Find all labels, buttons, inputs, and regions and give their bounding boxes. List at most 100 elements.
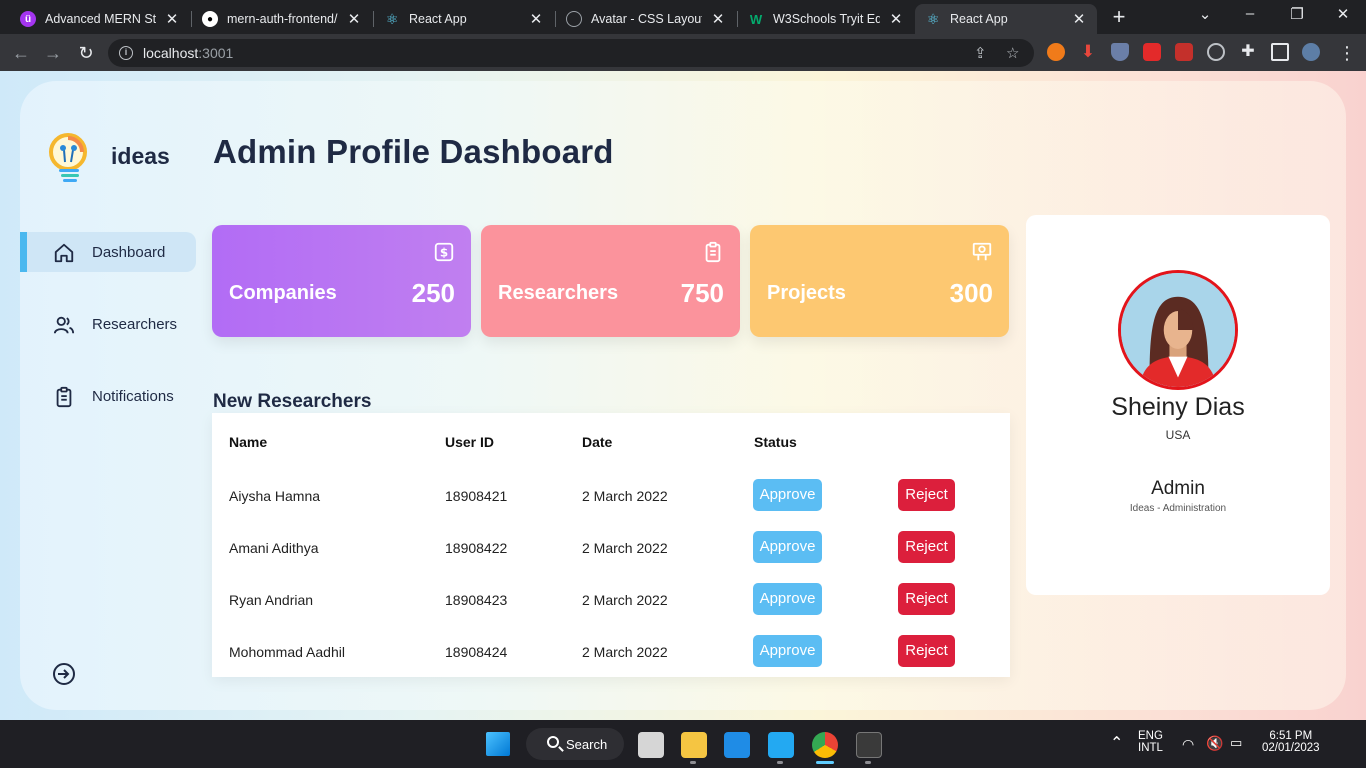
approve-button[interactable]: Approve xyxy=(753,531,822,563)
vscode-icon[interactable] xyxy=(768,732,794,758)
cell-name: Ryan Andrian xyxy=(229,592,314,608)
sidebar-item-researchers[interactable]: Researchers xyxy=(20,304,196,344)
reject-button[interactable]: Reject xyxy=(898,635,955,667)
side-panel-icon[interactable] xyxy=(1271,43,1289,61)
logout-icon[interactable] xyxy=(52,662,76,686)
projector-icon xyxy=(972,242,992,261)
close-icon[interactable]: ✕ xyxy=(710,10,726,28)
chrome-icon[interactable] xyxy=(812,732,838,758)
browser-tab[interactable]: W W3Schools Tryit Editor ✕ xyxy=(738,4,914,34)
extension-icon[interactable] xyxy=(1143,43,1161,61)
stat-card-projects[interactable]: Projects 300 xyxy=(750,225,1009,337)
stat-value: 300 xyxy=(949,278,993,308)
share-icon[interactable]: ⇪ xyxy=(974,44,987,62)
reject-button[interactable]: Reject xyxy=(898,583,955,615)
reject-button[interactable]: Reject xyxy=(898,479,955,511)
forward-icon[interactable]: → xyxy=(42,42,64,64)
new-tab-button[interactable]: + xyxy=(1108,6,1130,28)
stat-label: Projects xyxy=(767,282,846,304)
profile-role: Admin xyxy=(1151,478,1205,499)
tab-title: W3Schools Tryit Editor xyxy=(773,12,880,26)
cell-name: Aiysha Hamna xyxy=(229,488,321,504)
window-close-button[interactable]: ✕ xyxy=(1328,5,1358,23)
browser-tab[interactable]: ⚛ React App ✕ xyxy=(374,4,554,34)
close-icon[interactable]: ✕ xyxy=(888,10,904,28)
cell-user-id: 18908421 xyxy=(445,488,508,504)
tab-title: mern-auth-frontend/P xyxy=(227,12,338,26)
column-header-name: Name xyxy=(229,434,268,450)
tab-search-icon[interactable]: ⌄ xyxy=(1190,5,1220,23)
browser-toolbar: ← → ↻ i localhost:3001 ⇪ ☆ ⬇ ✚ ⋮ xyxy=(0,34,1366,71)
users-icon xyxy=(53,316,75,334)
language-code: ENG xyxy=(1138,730,1163,742)
sidebar-item-label: Researchers xyxy=(92,316,178,333)
url-text[interactable]: localhost:3001 xyxy=(143,45,233,61)
site-info-icon[interactable]: i xyxy=(119,46,133,60)
extension-icon[interactable] xyxy=(1175,43,1193,61)
close-icon[interactable]: ✕ xyxy=(346,10,362,28)
column-header-user-id: User ID xyxy=(445,434,495,450)
approve-button[interactable]: Approve xyxy=(753,583,822,615)
close-icon[interactable]: ✕ xyxy=(164,10,180,28)
download-extension-icon[interactable]: ⬇ xyxy=(1079,43,1097,61)
close-icon[interactable]: ✕ xyxy=(528,10,544,28)
tab-title: React App xyxy=(409,12,467,26)
close-icon[interactable]: ✕ xyxy=(1071,10,1087,28)
globe-icon xyxy=(566,11,582,27)
minimize-button[interactable]: – xyxy=(1235,5,1265,22)
sidebar-item-label: Dashboard xyxy=(92,244,166,261)
taskbar-search[interactable]: Search xyxy=(526,728,624,760)
sidebar-item-notifications[interactable]: Notifications xyxy=(20,376,196,416)
clock[interactable]: 6:51 PM 02/01/2023 xyxy=(1262,730,1320,754)
cell-date: 2 March 2022 xyxy=(582,592,668,608)
stat-value: 250 xyxy=(411,278,455,308)
menu-kebab-icon[interactable]: ⋮ xyxy=(1336,42,1358,64)
column-header-status: Status xyxy=(754,434,797,450)
section-title: New Researchers xyxy=(213,391,372,412)
page-title: Admin Profile Dashboard xyxy=(213,133,614,170)
shield-extension-icon[interactable] xyxy=(1111,43,1129,61)
terminal-icon[interactable] xyxy=(856,732,882,758)
restore-button[interactable]: ❐ xyxy=(1282,5,1312,23)
stat-card-companies[interactable]: $ Companies 250 xyxy=(212,225,471,337)
stat-card-researchers[interactable]: Researchers 750 xyxy=(481,225,740,337)
cell-date: 2 March 2022 xyxy=(582,488,668,504)
clipboard-icon xyxy=(705,241,721,263)
reject-button[interactable]: Reject xyxy=(898,531,955,563)
address-bar[interactable]: i localhost:3001 ⇪ ☆ xyxy=(108,39,1034,67)
wifi-icon[interactable]: ◠ xyxy=(1182,736,1194,753)
task-view-icon[interactable] xyxy=(638,732,664,758)
puzzle-icon[interactable]: ✚ xyxy=(1239,43,1257,61)
volume-muted-icon[interactable]: 🔇 xyxy=(1206,735,1223,752)
browser-tab[interactable]: Avatar - CSS Layout ✕ xyxy=(556,4,736,34)
extension-icon[interactable] xyxy=(1207,43,1225,61)
windows-start-icon[interactable] xyxy=(486,732,510,756)
back-icon[interactable]: ← xyxy=(10,42,32,64)
profile-name: Sheiny Dias xyxy=(1111,393,1245,421)
mail-icon[interactable] xyxy=(724,732,750,758)
approve-button[interactable]: Approve xyxy=(753,635,822,667)
browser-tab[interactable]: ü Advanced MERN Stack ✕ xyxy=(10,4,190,34)
stat-label: Companies xyxy=(229,282,337,304)
browser-tab-active[interactable]: ⚛ React App ✕ xyxy=(915,4,1097,34)
app-active-indicator xyxy=(816,761,834,764)
approve-button[interactable]: Approve xyxy=(753,479,822,511)
browser-tab[interactable]: ● mern-auth-frontend/P ✕ xyxy=(192,4,372,34)
extension-icon[interactable] xyxy=(1047,43,1065,61)
app-running-indicator xyxy=(865,761,871,764)
language-indicator[interactable]: ENG INTL xyxy=(1138,730,1163,754)
file-explorer-icon[interactable] xyxy=(681,732,707,758)
udemy-icon: ü xyxy=(20,11,36,27)
sidebar-item-dashboard[interactable]: Dashboard xyxy=(20,232,196,272)
chevron-up-icon[interactable]: ⌃ xyxy=(1110,733,1123,753)
battery-icon[interactable]: ▭ xyxy=(1230,735,1242,751)
bookmark-star-icon[interactable]: ☆ xyxy=(1006,44,1019,62)
dollar-icon: $ xyxy=(434,242,454,262)
profile-avatar-icon[interactable] xyxy=(1302,43,1320,61)
react-icon: ⚛ xyxy=(926,10,940,27)
user-avatar-icon xyxy=(1121,273,1235,387)
cell-date: 2 March 2022 xyxy=(582,644,668,660)
logo-text: ideas xyxy=(111,143,170,169)
reload-icon[interactable]: ↻ xyxy=(75,42,97,64)
profile-organization: Ideas - Administration xyxy=(1129,503,1227,514)
